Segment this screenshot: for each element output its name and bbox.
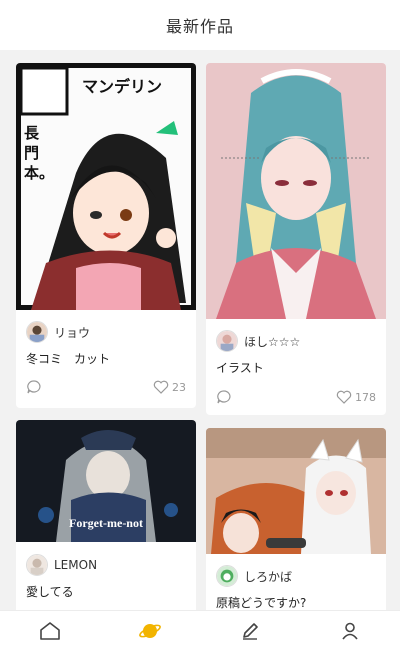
work-title: 原稿どうですか? xyxy=(216,596,307,610)
tab-discover[interactable] xyxy=(130,615,170,647)
comment-icon[interactable] xyxy=(216,389,232,405)
top-header: 最新作品 xyxy=(0,0,400,50)
comment-icon[interactable] xyxy=(26,379,42,395)
username[interactable]: リョウ xyxy=(54,324,90,341)
avatar[interactable] xyxy=(26,554,48,576)
artwork-thumbnail[interactable] xyxy=(206,63,386,319)
work-card[interactable]: しろかば 原稿どうですか? xyxy=(206,428,386,630)
work-title: イラスト xyxy=(216,361,264,375)
tab-create[interactable] xyxy=(230,615,270,647)
artwork-vertical-text: 長門本。 xyxy=(24,124,55,182)
avatar[interactable] xyxy=(216,330,238,352)
avatar[interactable] xyxy=(26,321,48,343)
tab-profile[interactable] xyxy=(330,615,370,647)
work-title: 冬コミ カット xyxy=(26,352,111,366)
work-card[interactable]: マンデリン 長門本。 リョウ 冬コミ カット 23 xyxy=(16,63,196,408)
artwork-heading-text: マンデリン xyxy=(82,77,163,96)
home-icon xyxy=(40,621,60,640)
work-title: 愛してる xyxy=(26,585,74,599)
bottom-tab-bar xyxy=(0,610,400,650)
username[interactable]: しろかば xyxy=(244,568,292,585)
username[interactable]: LEMON xyxy=(54,558,97,572)
pencil-icon xyxy=(243,622,258,640)
like-count: 23 xyxy=(172,380,186,394)
heart-icon xyxy=(336,390,352,404)
like-count: 178 xyxy=(355,390,376,404)
work-card[interactable]: ほし☆☆☆ イラスト 178 xyxy=(206,63,386,415)
heart-icon xyxy=(153,380,169,394)
artwork-overlay-text: Forget-me-not xyxy=(69,516,143,530)
like-button[interactable]: 23 xyxy=(153,380,186,394)
page-title: 最新作品 xyxy=(165,17,234,36)
profile-icon xyxy=(342,622,358,640)
like-button[interactable]: 178 xyxy=(336,390,376,404)
avatar[interactable] xyxy=(216,565,238,587)
planet-icon xyxy=(139,623,161,638)
username[interactable]: ほし☆☆☆ xyxy=(244,333,300,350)
artwork-thumbnail[interactable]: マンデリン 長門本。 xyxy=(16,63,196,310)
tab-home[interactable] xyxy=(30,615,70,647)
artwork-thumbnail[interactable] xyxy=(206,428,386,554)
work-card[interactable]: Forget-me-not LEMON 愛してる xyxy=(16,420,196,630)
artwork-thumbnail[interactable]: Forget-me-not xyxy=(16,420,196,542)
